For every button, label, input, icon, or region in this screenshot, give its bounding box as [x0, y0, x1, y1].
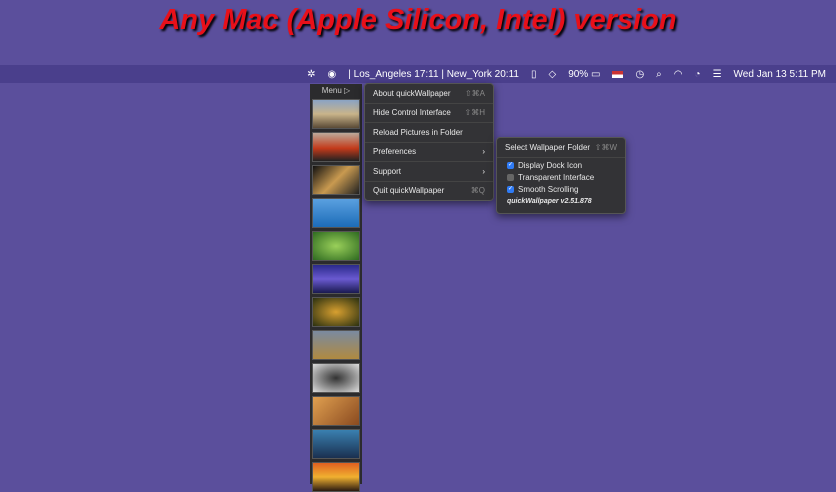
shortcut: ⇧⌘W — [594, 142, 617, 152]
menu-label: Quit quickWallpaper — [373, 186, 445, 196]
menu-label: Hide Control Interface — [373, 108, 451, 118]
thumbnail-desert[interactable] — [312, 99, 360, 129]
checkbox-checked[interactable]: ✓ — [507, 161, 514, 169]
shortcut: ⇧⌘H — [464, 108, 485, 118]
thumbnail-car[interactable] — [312, 132, 360, 162]
menu-item-about[interactable]: About quickWallpaper ⇧⌘A — [365, 84, 493, 104]
thumbnail-light[interactable] — [312, 165, 360, 195]
option-smooth-scrolling[interactable]: ✓ Smooth Scrolling — [507, 184, 615, 196]
menu-item-quit[interactable]: Quit quickWallpaper ⌘Q — [365, 182, 493, 201]
airdrop-icon[interactable]: ◠ — [674, 69, 683, 80]
thumbnail-dunes[interactable] — [312, 396, 360, 426]
menu-label: Select Wallpaper Folder — [505, 142, 591, 152]
option-transparent-interface[interactable]: Transparent Interface — [507, 172, 615, 184]
menu-label: Preferences — [373, 147, 417, 157]
menu-item-support[interactable]: Support › — [365, 162, 493, 182]
checkbox-checked[interactable]: ✓ — [507, 185, 514, 193]
world-clock[interactable]: | Los_Angeles 17:11 | New_York 20:11 — [348, 69, 519, 80]
menu-label: Reload Pictures in Folder — [373, 127, 463, 137]
option-display-dock-icon[interactable]: ✓ Display Dock Icon — [507, 160, 615, 172]
menu-label: About quickWallpaper — [373, 88, 451, 98]
thumbnail-sunset[interactable] — [312, 462, 360, 492]
thumbnail-strip[interactable]: Menu ▷ — [310, 84, 362, 492]
page-title: Any Mac (Apple Silicon, Intel) version — [159, 4, 677, 36]
arrow-icon[interactable]: ◇ — [548, 69, 556, 80]
menu-label: Support — [373, 166, 402, 176]
thumbnail-flowers[interactable] — [312, 297, 360, 327]
wifi-icon[interactable]: ◔ — [695, 69, 701, 80]
search-icon[interactable]: ⌕ — [656, 69, 662, 80]
flag-icon[interactable] — [612, 70, 624, 78]
thumbnail-ocean[interactable] — [312, 198, 360, 228]
menu-bar: ✲ ◉ | Los_Angeles 17:11 | New_York 20:11… — [0, 65, 836, 83]
option-label: Transparent Interface — [518, 172, 595, 182]
control-center-icon[interactable]: ☰ — [713, 69, 722, 80]
clipboard-icon[interactable]: ▯ — [531, 69, 537, 80]
preferences-submenu: Select Wallpaper Folder ⇧⌘W ✓ Display Dock… — [496, 137, 626, 214]
chevron-right-icon: › — [482, 147, 485, 157]
menu-item-hide[interactable]: Hide Control Interface ⇧⌘H — [365, 104, 493, 123]
shortcut: ⇧⌘A — [464, 88, 485, 98]
option-label: Display Dock Icon — [518, 160, 583, 170]
shortcut: ⌘Q — [470, 186, 485, 196]
menu-item-select-folder[interactable]: Select Wallpaper Folder ⇧⌘W — [497, 138, 625, 158]
battery-percent: 90% — [568, 68, 589, 80]
menu-item-preferences[interactable]: Preferences › — [365, 143, 493, 162]
chevron-right-icon: › — [482, 166, 485, 176]
option-label: Smooth Scrolling — [518, 184, 579, 194]
battery-status[interactable]: 90% ▭ — [568, 69, 600, 80]
version-label: quickWallpaper v2.51.878 — [507, 197, 592, 205]
checkbox-unchecked[interactable] — [507, 173, 514, 181]
time-machine-icon[interactable]: ◷ — [635, 69, 644, 80]
app-icon[interactable]: ◉ — [328, 69, 337, 80]
thumbnail-leaves[interactable] — [312, 231, 360, 261]
thumbnail-field[interactable] — [312, 330, 360, 360]
app-menu: About quickWallpaper ⇧⌘A Hide Control Int… — [364, 83, 494, 201]
thumbnail-lightning[interactable] — [312, 264, 360, 294]
menu-button[interactable]: Menu ▷ — [310, 84, 362, 97]
sync-icon[interactable]: ✲ — [307, 69, 315, 80]
thumbnail-motorcycle[interactable] — [312, 363, 360, 393]
datetime[interactable]: Wed Jan 13 5:11 PM — [734, 69, 826, 80]
menu-item-reload[interactable]: Reload Pictures in Folder — [365, 123, 493, 143]
thumbnail-lake[interactable] — [312, 429, 360, 459]
